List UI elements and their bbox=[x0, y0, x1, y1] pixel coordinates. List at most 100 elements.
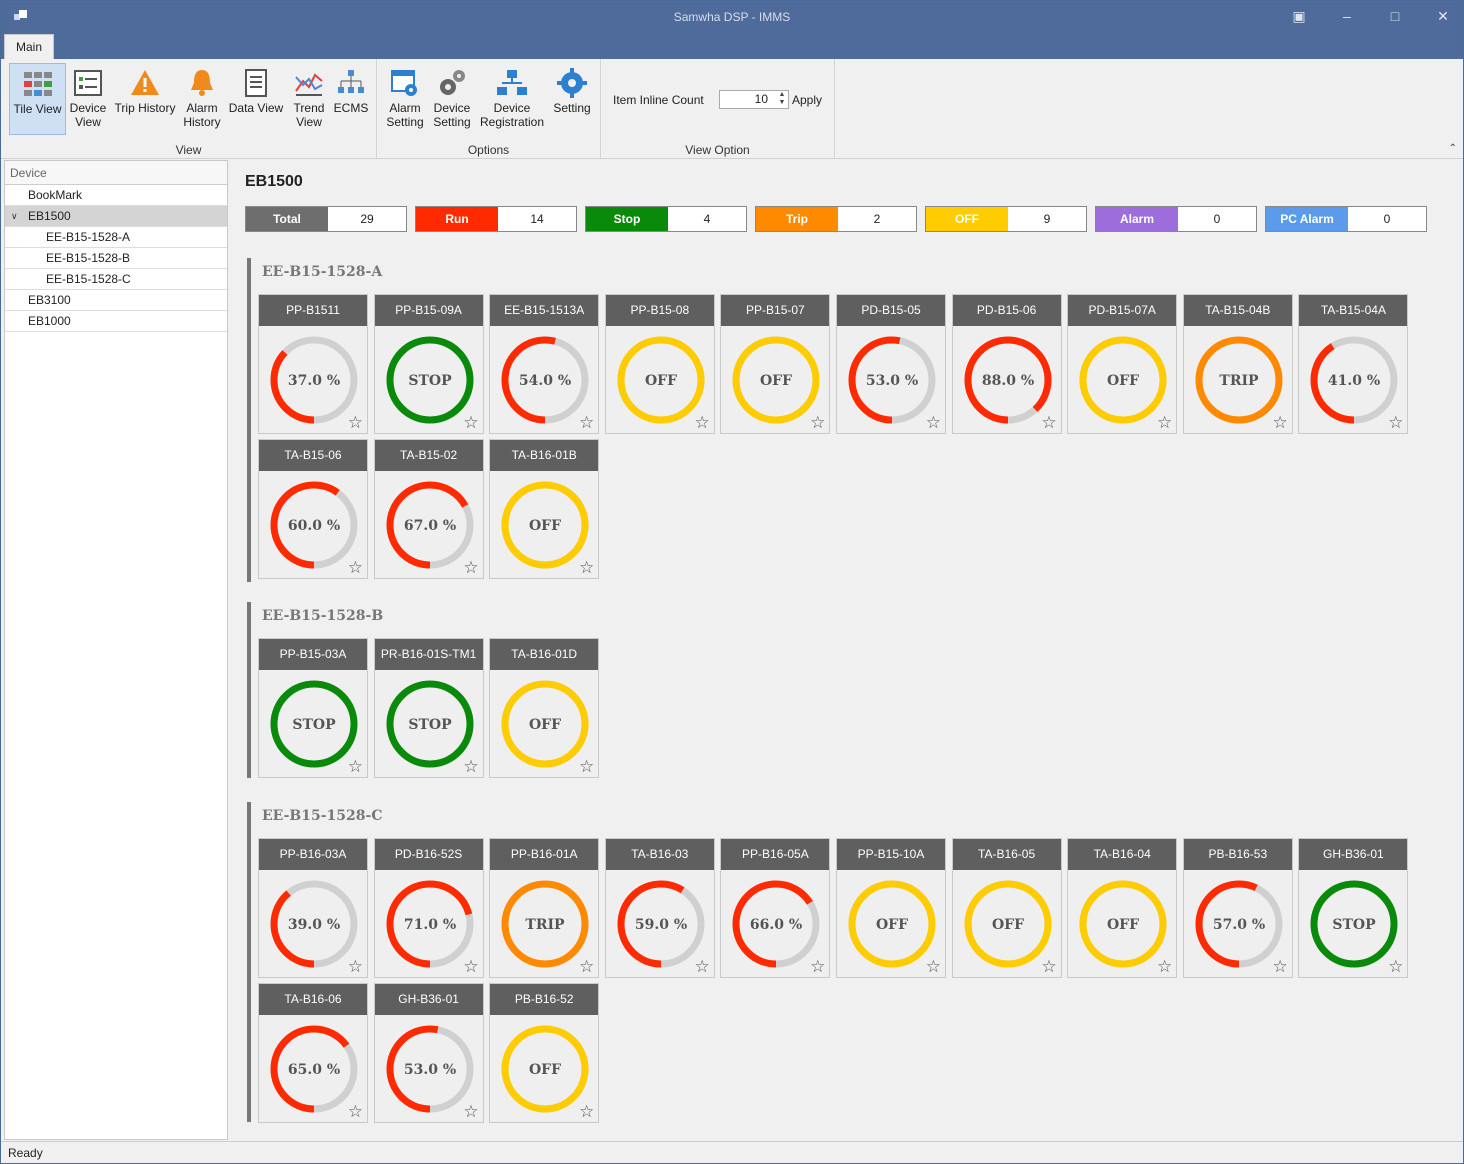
tree-item-eb1500[interactable]: ∨ EB1500 bbox=[5, 206, 227, 227]
bookmark-star-icon[interactable]: ☆ bbox=[579, 559, 594, 576]
bookmark-star-icon[interactable]: ☆ bbox=[463, 559, 478, 576]
device-tile-name: TA-B16-06 bbox=[259, 984, 367, 1015]
device-group-section: EE-B15-1528-C PP-B16-03A 39.0 % ☆ PD-B16-52S… bbox=[247, 802, 1447, 1123]
device-setting-button[interactable]: Device Setting bbox=[429, 63, 475, 135]
device-tile[interactable]: PP-B15-10A OFF ☆ bbox=[836, 838, 946, 978]
bookmark-star-icon[interactable]: ☆ bbox=[348, 559, 363, 576]
tile-view-button[interactable]: Tile View bbox=[9, 63, 66, 135]
alarm-setting-button[interactable]: Alarm Setting bbox=[383, 63, 427, 135]
device-tile[interactable]: TA-B15-02 67.0 % ☆ bbox=[373, 439, 484, 579]
spin-buttons[interactable]: ▲ ▼ bbox=[777, 91, 787, 108]
data-view-button[interactable]: Data View bbox=[226, 63, 286, 135]
bookmark-star-icon[interactable]: ☆ bbox=[810, 414, 825, 431]
tree-item-ee-b15-1528-b[interactable]: EE-B15-1528-B bbox=[5, 248, 227, 269]
device-tile[interactable]: PP-B15-08 OFF ☆ bbox=[604, 294, 715, 434]
chevron-down-icon[interactable]: ∨ bbox=[11, 206, 18, 227]
tree-item-label: EE-B15-1528-B bbox=[46, 251, 131, 265]
device-tile[interactable]: TA-B15-06 60.0 % ☆ bbox=[258, 439, 368, 579]
status-bar: Ready bbox=[1, 1141, 1463, 1163]
device-tile[interactable]: PB-B16-53 57.0 % ☆ bbox=[1182, 838, 1293, 978]
tree-item-bookmark[interactable]: BookMark bbox=[5, 185, 227, 206]
device-tile[interactable]: TA-B16-05 OFF ☆ bbox=[951, 838, 1062, 978]
device-tile[interactable]: PP-B15-07 OFF ☆ bbox=[720, 294, 831, 434]
bookmark-star-icon[interactable]: ☆ bbox=[463, 958, 478, 975]
bookmark-star-icon[interactable]: ☆ bbox=[579, 758, 594, 775]
alarm-history-button[interactable]: Alarm History bbox=[179, 63, 225, 135]
device-tile[interactable]: TA-B16-01D OFF ☆ bbox=[489, 638, 600, 778]
device-tile-name: EE-B15-1513A bbox=[490, 295, 599, 326]
device-tile[interactable]: PB-B16-52 OFF ☆ bbox=[489, 983, 600, 1123]
status-gauge: OFF bbox=[617, 336, 705, 424]
apply-button[interactable]: Apply bbox=[792, 93, 822, 107]
device-tile[interactable]: PD-B15-07A OFF ☆ bbox=[1067, 294, 1178, 434]
bookmark-star-icon[interactable]: ☆ bbox=[926, 958, 941, 975]
bookmark-star-icon[interactable]: ☆ bbox=[695, 958, 710, 975]
bookmark-star-icon[interactable]: ☆ bbox=[463, 414, 478, 431]
device-tile-name: PB-B16-53 bbox=[1183, 839, 1292, 870]
device-tile[interactable]: TA-B16-01B OFF ☆ bbox=[489, 439, 600, 579]
gauge-label: 88.0 % bbox=[981, 373, 1033, 389]
device-tile[interactable]: PP-B16-03A 39.0 % ☆ bbox=[258, 838, 368, 978]
device-view-button[interactable]: Device View bbox=[67, 63, 109, 135]
device-tile[interactable]: TA-B15-04A 41.0 % ☆ bbox=[1298, 294, 1409, 434]
device-tile[interactable]: PP-B15-09A STOP ☆ bbox=[373, 294, 484, 434]
close-button[interactable]: ✕ bbox=[1433, 7, 1453, 25]
device-tile-name: TA-B16-04 bbox=[1068, 839, 1177, 870]
device-tile[interactable]: PD-B15-05 53.0 % ☆ bbox=[836, 294, 946, 434]
bookmark-star-icon[interactable]: ☆ bbox=[579, 1103, 594, 1120]
device-tile[interactable]: PP-B16-01A TRIP ☆ bbox=[489, 838, 600, 978]
bookmark-star-icon[interactable]: ☆ bbox=[1388, 958, 1403, 975]
device-tile[interactable]: PP-B15-03A STOP ☆ bbox=[258, 638, 368, 778]
bookmark-star-icon[interactable]: ☆ bbox=[810, 958, 825, 975]
bookmark-star-icon[interactable]: ☆ bbox=[1388, 414, 1403, 431]
bookmark-star-icon[interactable]: ☆ bbox=[348, 958, 363, 975]
bookmark-star-icon[interactable]: ☆ bbox=[463, 758, 478, 775]
tree-item-eb1000[interactable]: EB1000 bbox=[5, 311, 227, 332]
bookmark-star-icon[interactable]: ☆ bbox=[695, 414, 710, 431]
bookmark-star-icon[interactable]: ☆ bbox=[926, 414, 941, 431]
device-tile[interactable]: TA-B16-06 65.0 % ☆ bbox=[258, 983, 368, 1123]
tab-main[interactable]: Main bbox=[4, 34, 54, 59]
ecms-button[interactable]: ECMS bbox=[331, 63, 371, 135]
device-registration-button[interactable]: Device Registration bbox=[477, 63, 547, 135]
bookmark-star-icon[interactable]: ☆ bbox=[1273, 958, 1288, 975]
ribbon-collapse-icon[interactable]: ⌃ bbox=[1449, 143, 1457, 154]
maximize-button[interactable]: □ bbox=[1385, 7, 1405, 25]
tree-item-eb3100[interactable]: EB3100 bbox=[5, 290, 227, 311]
device-tile[interactable]: TA-B16-03 59.0 % ☆ bbox=[604, 838, 715, 978]
device-tile[interactable]: GH-B36-01 53.0 % ☆ bbox=[373, 983, 484, 1123]
device-tile[interactable]: PR-B16-01S-TM1 STOP ☆ bbox=[373, 638, 484, 778]
device-tile[interactable]: PD-B16-52S 71.0 % ☆ bbox=[373, 838, 484, 978]
tree-item-ee-b15-1528-a[interactable]: EE-B15-1528-A bbox=[5, 227, 227, 248]
bookmark-star-icon[interactable]: ☆ bbox=[348, 758, 363, 775]
device-tile[interactable]: EE-B15-1513A 54.0 % ☆ bbox=[489, 294, 600, 434]
device-tile[interactable]: PP-B16-05A 66.0 % ☆ bbox=[720, 838, 831, 978]
bookmark-star-icon[interactable]: ☆ bbox=[463, 1103, 478, 1120]
tree-item-ee-b15-1528-c[interactable]: EE-B15-1528-C bbox=[5, 269, 227, 290]
device-tile-name: PD-B15-06 bbox=[952, 295, 1061, 326]
setting-button[interactable]: Setting bbox=[549, 63, 595, 135]
gear-icon bbox=[557, 68, 587, 98]
device-tile[interactable]: GH-B36-01 STOP ☆ bbox=[1298, 838, 1409, 978]
bookmark-star-icon[interactable]: ☆ bbox=[1273, 414, 1288, 431]
restore-layout-icon[interactable]: ▣ bbox=[1289, 7, 1309, 25]
device-tile[interactable]: PD-B15-06 88.0 % ☆ bbox=[951, 294, 1062, 434]
device-tile[interactable]: TA-B15-04B TRIP ☆ bbox=[1182, 294, 1293, 434]
bookmark-star-icon[interactable]: ☆ bbox=[348, 414, 363, 431]
device-tile-name: PP-B16-01A bbox=[490, 839, 599, 870]
app-window: Samwha DSP - IMMS ▣ – □ ✕ Main Tile View bbox=[0, 0, 1464, 1164]
bookmark-star-icon[interactable]: ☆ bbox=[579, 414, 594, 431]
bookmark-star-icon[interactable]: ☆ bbox=[1041, 958, 1056, 975]
minimize-button[interactable]: – bbox=[1337, 7, 1357, 25]
bookmark-star-icon[interactable]: ☆ bbox=[579, 958, 594, 975]
bookmark-star-icon[interactable]: ☆ bbox=[1157, 958, 1172, 975]
gauge-label: STOP bbox=[408, 373, 452, 389]
bookmark-star-icon[interactable]: ☆ bbox=[348, 1103, 363, 1120]
bookmark-star-icon[interactable]: ☆ bbox=[1041, 414, 1056, 431]
device-tile[interactable]: TA-B16-04 OFF ☆ bbox=[1067, 838, 1178, 978]
gauge-label: 59.0 % bbox=[635, 917, 687, 933]
trip-history-button[interactable]: Trip History bbox=[113, 63, 177, 135]
trend-view-button[interactable]: Trend View bbox=[289, 63, 329, 135]
bookmark-star-icon[interactable]: ☆ bbox=[1157, 414, 1172, 431]
device-tile[interactable]: PP-B1511 37.0 % ☆ bbox=[258, 294, 368, 434]
